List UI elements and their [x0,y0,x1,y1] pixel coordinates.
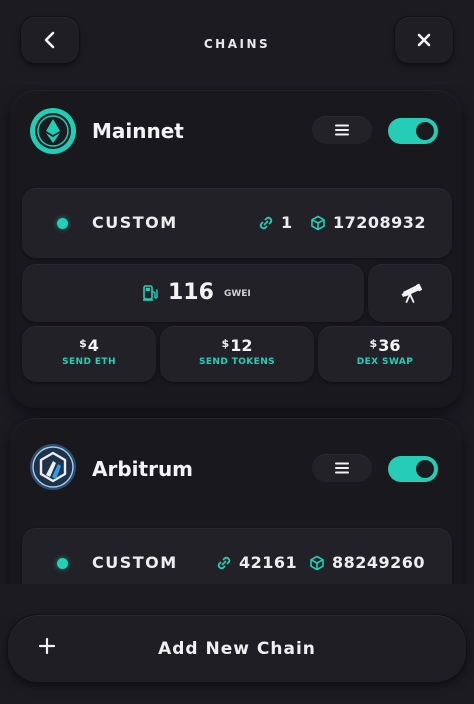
menu-icon [335,124,349,136]
block-number: 17208932 [310,213,426,232]
chain-list[interactable]: Mainnet CUSTOM 1 17208932 116 GWEI $4 SE… [0,86,474,584]
cube-icon [310,555,324,570]
cost-send-eth: $4 SEND ETH [22,326,156,382]
cost-send-tokens: $12 SEND TOKENS [160,326,314,382]
link-icon [259,216,273,229]
chain-card-mainnet: Mainnet CUSTOM 1 17208932 116 GWEI $4 SE… [10,90,462,408]
chain-id: 42161 [216,553,297,572]
rpc-panel[interactable]: CUSTOM 1 17208932 [22,188,452,258]
chain-toggle[interactable] [388,456,438,482]
cube-icon [311,215,325,230]
close-icon [417,33,431,47]
chain-name: Arbitrum [92,457,194,481]
ethereum-logo-icon [30,108,76,154]
menu-icon [335,462,349,474]
close-button[interactable] [395,17,453,63]
chain-card-arbitrum: Arbitrum CUSTOM 42161 88249260 [10,418,462,584]
toggle-knob [416,122,434,140]
rpc-label: CUSTOM [92,553,178,572]
chain-id: 1 [258,213,293,232]
chain-menu-button[interactable] [312,454,372,482]
gas-panel: 116 GWEI [22,264,364,322]
gas-price: 116 GWEI [142,280,251,305]
fuel-icon [143,284,158,301]
status-dot [57,218,68,229]
add-new-chain-button[interactable]: Add New Chain [8,615,466,682]
explorer-button[interactable] [368,264,452,322]
add-new-chain-label: Add New Chain [158,639,316,659]
rpc-panel[interactable]: CUSTOM 42161 88249260 [22,528,452,584]
rpc-label: CUSTOM [92,213,178,232]
arbitrum-logo-icon [30,444,76,490]
chain-menu-button[interactable] [312,116,372,144]
telescope-icon [401,283,422,303]
toggle-knob [416,460,434,478]
block-number: 88249260 [309,553,425,572]
chain-toggle[interactable] [388,118,438,144]
status-dot [57,558,68,569]
chain-name: Mainnet [92,119,184,143]
cost-dex-swap: $36 DEX SWAP [318,326,452,382]
link-icon [217,556,231,569]
